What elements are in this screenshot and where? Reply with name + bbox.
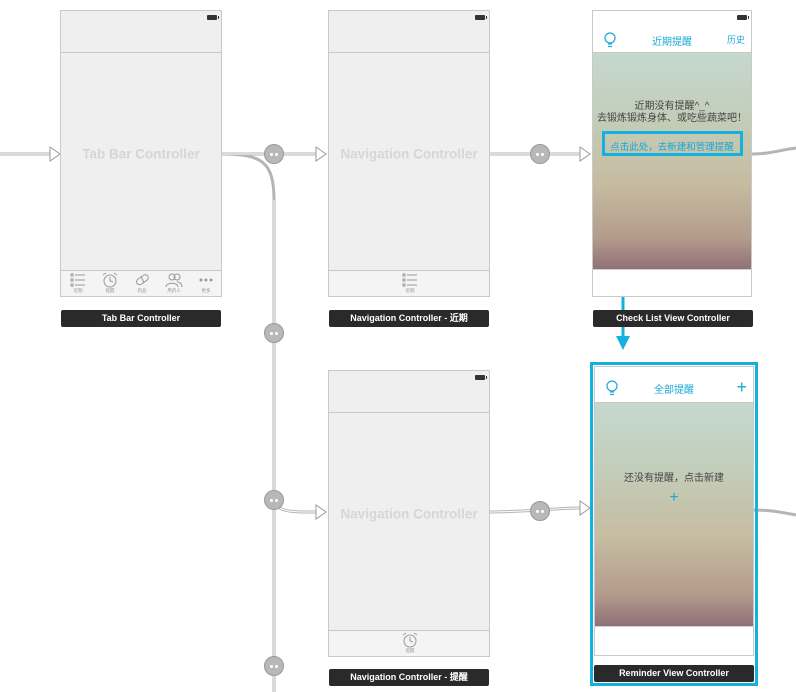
battery-icon — [475, 15, 487, 20]
tab-bar-placeholder — [593, 269, 751, 296]
battery-icon — [207, 15, 219, 20]
segue-relationship-dot[interactable] — [264, 144, 284, 164]
storyboard-canvas: Tab Bar Controller 近期 提醒 药品 用药人 更多 Tab B… — [0, 0, 796, 692]
alarm-clock-icon — [102, 272, 118, 288]
scene-watermark: Navigation Controller — [340, 146, 478, 161]
segue-relationship-dot[interactable] — [264, 656, 284, 676]
alarm-clock-icon — [402, 632, 418, 648]
tab-item-patients[interactable]: 用药人 — [163, 272, 185, 294]
tab-item-recent[interactable]: 近期 — [399, 272, 421, 294]
battery-icon — [737, 15, 749, 20]
status-bar — [329, 11, 489, 27]
tab-label: 提醒 — [105, 288, 115, 293]
status-bar — [329, 371, 489, 387]
navigation-bar: 近期提醒 历史 — [593, 27, 751, 53]
empty-message-line2: 去锻炼锻炼身体、或吃些蔬菜吧！ — [597, 113, 747, 124]
people-icon — [165, 273, 183, 288]
tab-item-medicine[interactable]: 药品 — [131, 272, 153, 294]
scene-watermark: Tab Bar Controller — [82, 146, 200, 161]
tab-label: 用药人 — [167, 288, 181, 293]
tab-label: 近期 — [405, 288, 415, 293]
navigation-controller-recent-label[interactable]: Navigation Controller - 近期 — [329, 310, 489, 327]
tab-label: 提醒 — [405, 648, 415, 653]
navigation-bar — [329, 27, 489, 53]
battery-icon — [475, 375, 487, 380]
tab-item-reminder[interactable]: 提醒 — [99, 272, 121, 294]
content-background: 近期没有提醒^_^ 去锻炼锻炼身体、或吃些蔬菜吧！ 点击此处，去新建和管理提醒 — [593, 53, 751, 270]
tab-item-recent[interactable]: 近期 — [67, 272, 89, 294]
link-highlight-box — [602, 131, 743, 156]
tab-label: 更多 — [201, 288, 211, 293]
pill-icon — [136, 274, 149, 286]
list-icon — [70, 273, 85, 287]
navigation-bar — [329, 387, 489, 413]
check-list-view-controller-label[interactable]: Check List View Controller — [593, 310, 753, 327]
navigation-controller-recent-scene[interactable]: Navigation Controller 近期 — [328, 10, 490, 297]
scene-watermark: Navigation Controller — [340, 506, 478, 521]
navigation-controller-reminder-label[interactable]: Navigation Controller - 提醒 — [329, 669, 489, 686]
tab-label: 药品 — [137, 288, 147, 293]
navigation-controller-reminder-scene[interactable]: Navigation Controller 提醒 — [328, 370, 490, 657]
navigation-bar — [61, 27, 221, 53]
segue-relationship-dot[interactable] — [530, 144, 550, 164]
segue-relationship-dot[interactable] — [530, 501, 550, 521]
tab-bar: 提醒 — [329, 630, 489, 656]
tab-bar: 近期 — [329, 270, 489, 296]
scene-highlight-box — [590, 362, 758, 686]
tab-bar-controller-label[interactable]: Tab Bar Controller — [61, 310, 221, 327]
segue-relationship-dot[interactable] — [264, 490, 284, 510]
tab-bar-controller-scene[interactable]: Tab Bar Controller 近期 提醒 药品 用药人 更多 — [60, 10, 222, 297]
more-dots-icon — [199, 278, 213, 282]
tab-label: 近期 — [73, 288, 83, 293]
tab-item-reminder[interactable]: 提醒 — [399, 632, 421, 654]
reminder-view-controller-label[interactable]: Reminder View Controller — [594, 665, 754, 682]
tab-item-more[interactable]: 更多 — [195, 272, 217, 294]
empty-message-line1: 近期没有提醒^_^ — [634, 101, 710, 112]
status-bar — [593, 11, 751, 27]
tab-bar: 近期 提醒 药品 用药人 更多 — [61, 270, 221, 296]
list-icon — [402, 273, 417, 287]
status-bar — [61, 11, 221, 27]
segue-relationship-dot[interactable] — [264, 323, 284, 343]
history-button[interactable]: 历史 — [727, 33, 745, 46]
